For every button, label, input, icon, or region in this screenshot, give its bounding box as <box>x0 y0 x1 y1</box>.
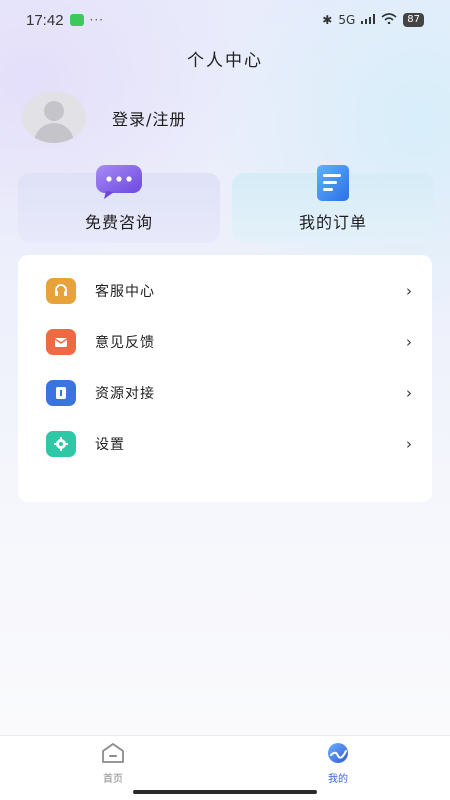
status-bar: 17:42 ··· ✱ 5G 87 <box>0 0 450 40</box>
home-indicator[interactable] <box>133 790 317 794</box>
bluetooth-icon: ✱ <box>322 13 333 27</box>
headset-icon <box>46 277 76 304</box>
my-orders-label: 我的订单 <box>298 213 367 232</box>
menu-item-settings[interactable]: 设置 › <box>18 418 432 469</box>
chevron-right-icon: › <box>406 332 412 351</box>
battery-icon: 87 <box>403 13 424 27</box>
gear-icon <box>46 430 76 457</box>
menu-item-label: 意见反馈 <box>95 334 155 351</box>
signal-bars-icon <box>361 13 376 27</box>
chevron-right-icon: › <box>406 434 412 453</box>
avatar[interactable] <box>22 91 86 143</box>
document-icon <box>311 163 355 209</box>
wifi-icon <box>381 13 397 27</box>
signal-label: 5G <box>338 13 356 27</box>
menu-item-resource-matching[interactable]: 资源对接 › <box>18 367 432 418</box>
login-register-link[interactable]: 登录/注册 <box>112 106 186 130</box>
menu-item-customer-service[interactable]: 客服中心 › <box>18 265 432 316</box>
chevron-right-icon: › <box>406 383 412 402</box>
chevron-right-icon: › <box>406 281 412 300</box>
more-notifications-icon: ··· <box>89 13 104 27</box>
my-orders-card[interactable]: 我的订单 <box>232 165 434 243</box>
status-time: 17:42 <box>26 11 64 29</box>
chat-bubble-icon <box>92 163 146 207</box>
menu-item-label: 资源对接 <box>95 385 155 402</box>
tab-mine[interactable]: 我的 <box>308 742 368 785</box>
home-icon <box>100 743 126 768</box>
page-title: 个人中心 <box>187 51 263 71</box>
tab-home-label: 首页 <box>103 774 123 785</box>
menu-item-label: 客服中心 <box>95 283 155 300</box>
tab-home[interactable]: 首页 <box>83 742 143 785</box>
menu-item-feedback[interactable]: 意见反馈 › <box>18 316 432 367</box>
menu-item-label: 设置 <box>95 436 125 453</box>
mine-icon <box>325 743 351 768</box>
menu-list: 客服中心 › 意见反馈 › 资源对接 › 设置 › <box>18 255 432 502</box>
resource-icon <box>46 379 76 406</box>
tab-mine-label: 我的 <box>328 774 348 785</box>
free-consult-label: 免费咨询 <box>84 213 153 232</box>
feedback-icon <box>46 328 76 355</box>
phone-call-icon <box>69 14 84 26</box>
free-consult-card[interactable]: 免费咨询 <box>18 165 220 243</box>
